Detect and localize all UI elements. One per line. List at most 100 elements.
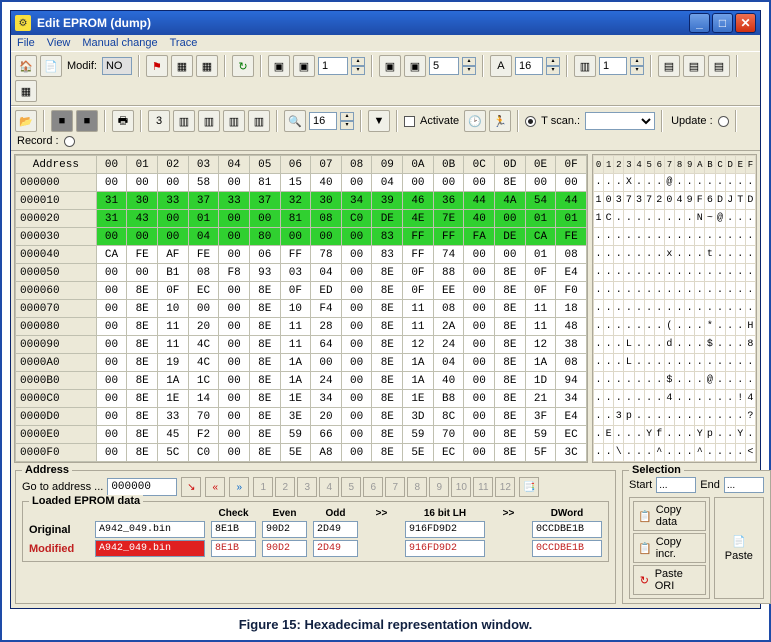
hex-cell[interactable]: 44: [556, 192, 587, 210]
hex-cell[interactable]: 34: [311, 390, 342, 408]
ascii-cell[interactable]: .: [715, 444, 725, 462]
ascii-cell[interactable]: 4: [675, 192, 685, 210]
ascii-cell[interactable]: .: [634, 390, 644, 408]
ascii-cell[interactable]: ?: [745, 408, 755, 426]
ascii-cell[interactable]: .: [685, 426, 695, 444]
hex-cell[interactable]: 8E: [127, 318, 158, 336]
ascii-cell[interactable]: .: [644, 408, 654, 426]
ascii-cell[interactable]: .: [624, 390, 634, 408]
ascii-cell[interactable]: .: [725, 228, 735, 246]
ascii-cell[interactable]: .: [695, 264, 705, 282]
ascii-cell[interactable]: .: [664, 444, 674, 462]
hex-cell[interactable]: 24: [433, 336, 464, 354]
hex-cell[interactable]: 04: [188, 228, 219, 246]
ascii-cell[interactable]: .: [695, 174, 705, 192]
find-icon[interactable]: 🔍: [284, 110, 306, 132]
view3-icon[interactable]: ▥: [223, 110, 245, 132]
close-button[interactable]: ✕: [735, 13, 756, 33]
ascii-cell[interactable]: .: [594, 228, 604, 246]
hex-cell[interactable]: 00: [341, 408, 372, 426]
arrow-dw[interactable]: >>: [491, 508, 526, 519]
hex-cell[interactable]: 08: [311, 210, 342, 228]
hex-cell[interactable]: 00: [341, 390, 372, 408]
ascii-cell[interactable]: .: [634, 174, 644, 192]
hex-cell[interactable]: 0F: [157, 282, 188, 300]
ascii-cell[interactable]: .: [695, 246, 705, 264]
hex-cell[interactable]: 1A: [157, 372, 188, 390]
ascii-cell[interactable]: .: [594, 390, 604, 408]
ascii-cell[interactable]: .: [675, 390, 685, 408]
spin1-spinner[interactable]: ▴▾: [351, 57, 365, 75]
menu-trace[interactable]: Trace: [170, 37, 198, 49]
hex-cell[interactable]: 37: [188, 192, 219, 210]
ascii-cell[interactable]: 8: [745, 336, 755, 354]
ascii-cell[interactable]: .: [695, 300, 705, 318]
ascii-cell[interactable]: .: [695, 318, 705, 336]
ascii-cell[interactable]: .: [745, 264, 755, 282]
start-field[interactable]: [656, 477, 696, 493]
ascii-cell[interactable]: .: [644, 390, 654, 408]
ascii-cell[interactable]: f: [654, 426, 664, 444]
ascii-cell[interactable]: *: [705, 318, 715, 336]
hex-cell[interactable]: 0F: [403, 282, 434, 300]
ascii-cell[interactable]: .: [675, 300, 685, 318]
num3-icon[interactable]: 3: [148, 110, 170, 132]
hex-cell[interactable]: 00: [341, 246, 372, 264]
ascii-cell[interactable]: .: [614, 300, 624, 318]
history-slot-10[interactable]: 10: [451, 477, 471, 497]
ascii-cell[interactable]: .: [614, 264, 624, 282]
spin2-field[interactable]: [429, 57, 459, 75]
hex-cell[interactable]: 04: [433, 354, 464, 372]
hex-cell[interactable]: 06: [249, 246, 280, 264]
ascii-cell[interactable]: T: [735, 192, 745, 210]
ascii-cell[interactable]: .: [624, 300, 634, 318]
paste-ori-button[interactable]: ↻Paste ORI: [633, 565, 706, 595]
hex-cell[interactable]: 00: [341, 264, 372, 282]
hex-cell[interactable]: 21: [525, 390, 556, 408]
ascii-cell[interactable]: .: [634, 408, 644, 426]
ascii-cell[interactable]: .: [644, 444, 654, 462]
filter-icon[interactable]: ▼: [368, 110, 390, 132]
hex-cell[interactable]: 70: [188, 408, 219, 426]
ascii-cell[interactable]: .: [664, 228, 674, 246]
hex-cell[interactable]: 00: [96, 228, 127, 246]
hex-cell[interactable]: DE: [372, 210, 403, 228]
goto-next-button[interactable]: »: [229, 477, 249, 497]
hex-cell[interactable]: 8E: [495, 318, 526, 336]
ascii-cell[interactable]: .: [654, 246, 664, 264]
history-slot-1[interactable]: 1: [253, 477, 273, 497]
hex-cell[interactable]: 00: [219, 354, 250, 372]
hex-cell[interactable]: C0: [188, 444, 219, 462]
hex-cell[interactable]: 5F: [525, 444, 556, 462]
hex-cell[interactable]: 8E: [249, 318, 280, 336]
ascii-cell[interactable]: .: [685, 390, 695, 408]
ascii-cell[interactable]: .: [624, 282, 634, 300]
hex-cell[interactable]: 8E: [127, 390, 158, 408]
hex-cell[interactable]: 00: [464, 246, 495, 264]
hex-cell[interactable]: CA: [525, 228, 556, 246]
hex-cell[interactable]: 00: [341, 228, 372, 246]
activate-checkbox[interactable]: [404, 116, 415, 127]
grid-b-icon[interactable]: ▦: [196, 55, 218, 77]
history-slot-7[interactable]: 7: [385, 477, 405, 497]
hex-cell[interactable]: 01: [188, 210, 219, 228]
ascii-cell[interactable]: X: [624, 174, 634, 192]
copy-data-button[interactable]: 📋Copy data: [633, 501, 706, 531]
hex-cell[interactable]: 8E: [495, 354, 526, 372]
hex-cell[interactable]: 8E: [495, 282, 526, 300]
ascii-cell[interactable]: .: [614, 282, 624, 300]
ascii-cell[interactable]: .: [725, 174, 735, 192]
find-spin-field[interactable]: [309, 112, 337, 130]
ascii-cell[interactable]: .: [654, 174, 664, 192]
ascii-cell[interactable]: (: [664, 318, 674, 336]
ascii-cell[interactable]: 9: [685, 192, 695, 210]
hex-cell[interactable]: 8E: [372, 354, 403, 372]
hex-cell[interactable]: 00: [96, 300, 127, 318]
hex-cell[interactable]: FE: [188, 246, 219, 264]
hex-cell[interactable]: 8E: [249, 390, 280, 408]
hex-cell[interactable]: 8E: [495, 444, 526, 462]
hex-cell[interactable]: 8E: [249, 300, 280, 318]
ascii-cell[interactable]: .: [675, 282, 685, 300]
ascii-cell[interactable]: .: [745, 300, 755, 318]
hex-cell[interactable]: 00: [219, 390, 250, 408]
